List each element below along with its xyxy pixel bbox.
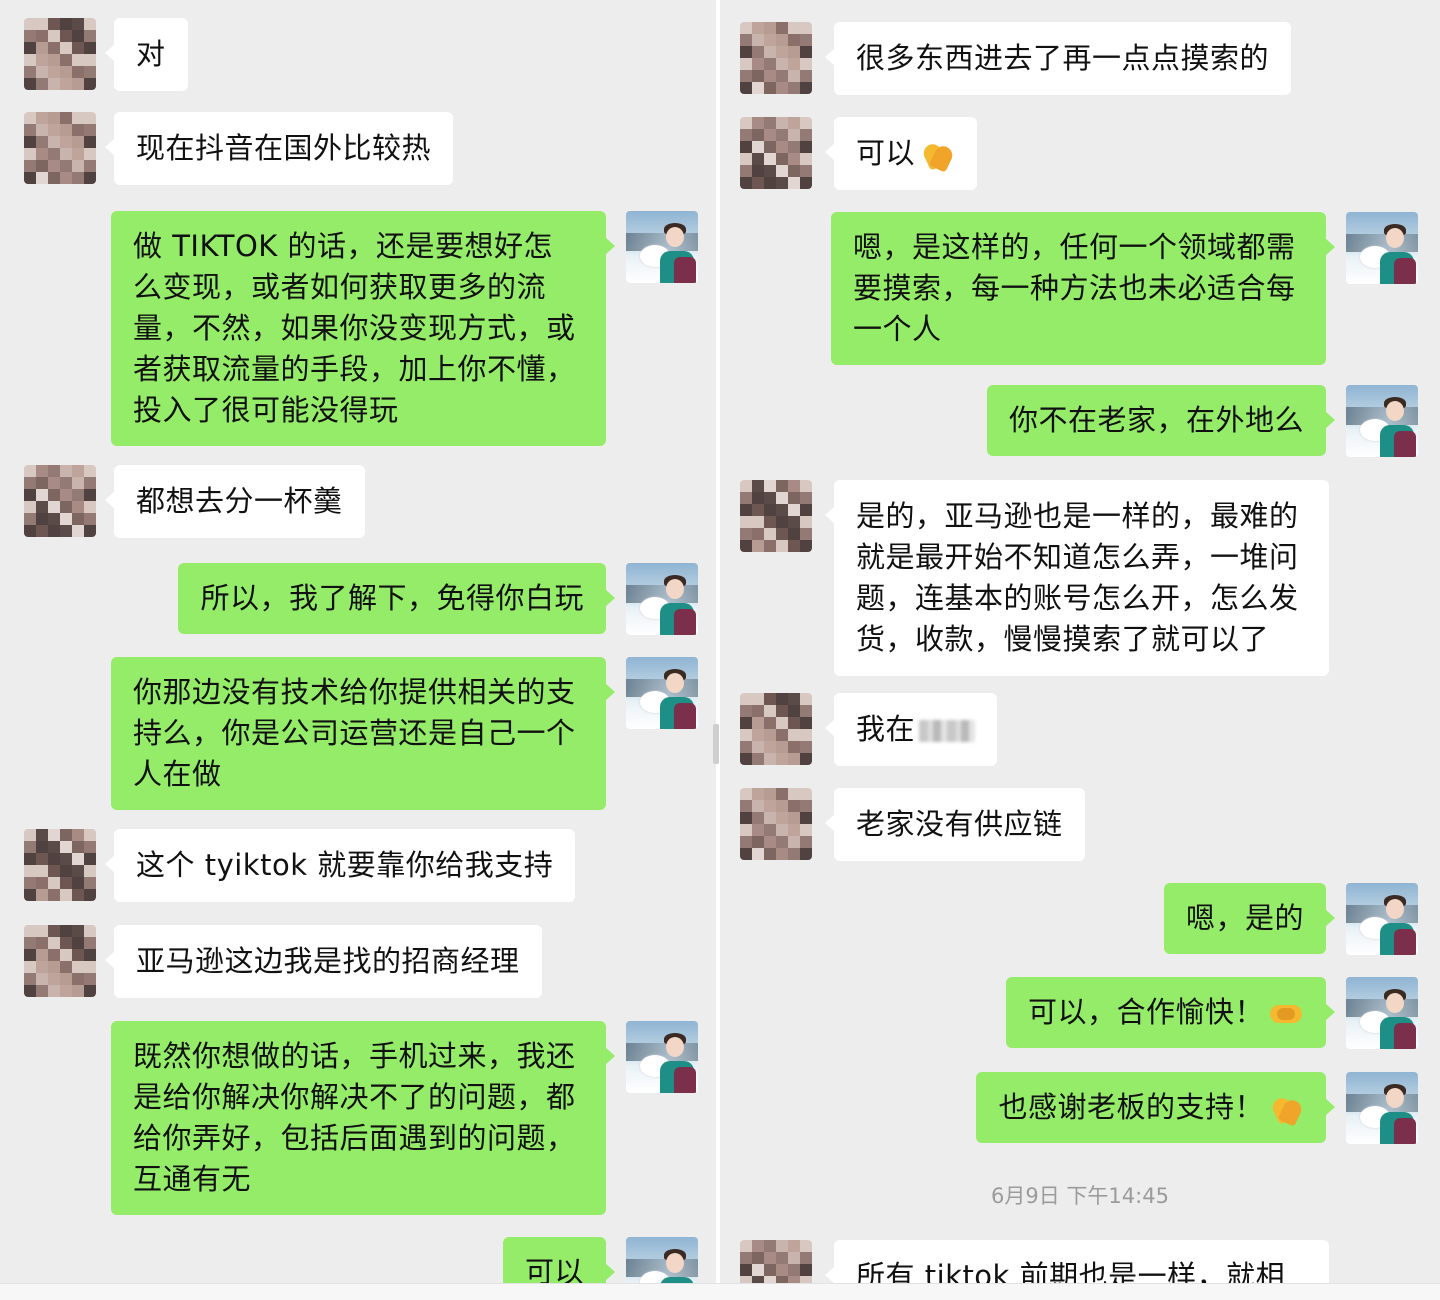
message-bubble-incoming[interactable]: 都想去分一杯羹: [105, 465, 365, 538]
message-bubble-outgoing[interactable]: 也感谢老板的支持！: [976, 1072, 1335, 1143]
message-text: 也感谢老板的支持！: [998, 1090, 1264, 1124]
message-bubble-incoming[interactable]: 老家没有供应链: [825, 788, 1085, 861]
self-avatar[interactable]: [626, 211, 698, 283]
contact-avatar[interactable]: [740, 788, 812, 860]
chat-timestamp: 6月9日 下午14:45: [991, 1184, 1169, 1208]
message-bubble-outgoing[interactable]: 嗯，是这样的，任何一个领域都需 要摸索，每一种方法也未必适合每 一个人: [831, 212, 1335, 365]
contact-avatar[interactable]: [24, 18, 96, 90]
self-avatar[interactable]: [1346, 883, 1418, 955]
contact-avatar[interactable]: [24, 925, 96, 997]
folded-hands-emoji-icon: [1268, 1094, 1304, 1124]
chat-panel-right: 很多东西进去了再一点点摸索的 可以 嗯，是这样的，任何一个领域都需 要摸索，每一…: [720, 0, 1440, 1283]
message-bubble-incoming[interactable]: 对: [105, 18, 188, 91]
message-bubble-outgoing[interactable]: 可以，合作愉快！: [1005, 977, 1336, 1048]
self-avatar[interactable]: [626, 563, 698, 635]
message-text: 我在: [856, 712, 916, 746]
message-bubble-outgoing[interactable]: 做 TIKTOK 的话，还是要想好怎 么变现，或者如何获取更多的流 量，不然，如…: [111, 211, 615, 446]
self-avatar[interactable]: [1346, 212, 1418, 284]
message-bubble-incoming[interactable]: 现在抖音在国外比较热: [104, 112, 454, 185]
handshake-emoji-icon: [1268, 999, 1304, 1029]
contact-avatar[interactable]: [740, 480, 812, 552]
self-avatar[interactable]: [1346, 385, 1418, 457]
message-bubble-incoming[interactable]: 我在: [824, 693, 998, 766]
message-bubble-incoming[interactable]: 很多东西进去了再一点点摸索的: [824, 22, 1292, 95]
bottom-border: [0, 1283, 1440, 1300]
message-bubble-outgoing[interactable]: 既然你想做的话，手机过来，我还 是给你解决你解决不了的问题，都 给你弄好，包括后…: [111, 1021, 615, 1215]
contact-avatar[interactable]: [740, 693, 812, 765]
message-bubble-outgoing[interactable]: 可以: [502, 1237, 616, 1283]
contact-avatar[interactable]: [24, 465, 96, 537]
redacted-location: [919, 720, 976, 742]
message-bubble-outgoing[interactable]: 你不在老家，在外地么: [986, 385, 1336, 456]
message-text: 可以，合作愉快！: [1027, 995, 1264, 1029]
message-text: 可以: [856, 136, 916, 170]
contact-avatar[interactable]: [24, 112, 96, 184]
self-avatar[interactable]: [1346, 1072, 1418, 1144]
message-bubble-incoming[interactable]: 这个 tyiktok 就要靠你给我支持: [104, 829, 576, 902]
message-bubble-incoming[interactable]: 所有 tiktok 前期也是一样，就相: [825, 1240, 1329, 1283]
self-avatar[interactable]: [1346, 977, 1418, 1049]
contact-avatar[interactable]: [740, 1240, 812, 1283]
chat-panel-left: 对 现在抖音在国外比较热 做 TIKTOK 的话，还是要想好怎 么变现，或者如何…: [0, 0, 716, 1283]
folded-hands-emoji-icon: [919, 140, 955, 170]
self-avatar[interactable]: [626, 657, 698, 729]
message-bubble-outgoing[interactable]: 所以，我了解下，免得你白玩: [178, 563, 615, 634]
contact-avatar[interactable]: [24, 829, 96, 901]
self-avatar[interactable]: [626, 1021, 698, 1093]
contact-avatar[interactable]: [740, 22, 812, 94]
message-bubble-incoming[interactable]: 可以: [824, 117, 978, 190]
self-avatar[interactable]: [626, 1237, 698, 1283]
message-bubble-outgoing[interactable]: 你那边没有技术给你提供相关的支 持么，你是公司运营还是自己一个 人在做: [111, 657, 615, 810]
message-bubble-incoming[interactable]: 是的，亚马逊也是一样的，最难的 就是最开始不知道怎么弄，一堆问 题，连基本的账号…: [825, 480, 1329, 676]
message-bubble-incoming[interactable]: 亚马逊这边我是找的招商经理: [105, 925, 542, 998]
message-bubble-outgoing[interactable]: 嗯，是的: [1163, 883, 1336, 954]
contact-avatar[interactable]: [740, 117, 812, 189]
scrollbar-handle[interactable]: [713, 724, 719, 764]
